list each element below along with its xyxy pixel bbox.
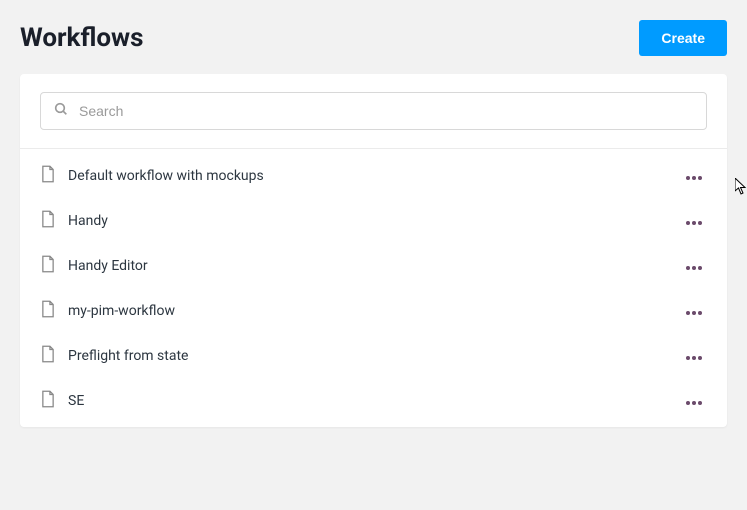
file-icon xyxy=(40,345,56,367)
create-button[interactable]: Create xyxy=(639,20,727,56)
more-actions-button[interactable] xyxy=(681,209,707,232)
page-header: Workflows Create xyxy=(20,20,727,56)
more-actions-button[interactable] xyxy=(681,389,707,412)
more-icon xyxy=(685,348,703,363)
more-icon xyxy=(685,168,703,183)
list-item[interactable]: my-pim-workflow xyxy=(20,288,727,333)
list-item-label: Preflight from state xyxy=(68,348,681,364)
file-icon xyxy=(40,165,56,187)
more-icon xyxy=(685,303,703,318)
cursor-icon xyxy=(735,178,747,200)
list-item[interactable]: SE xyxy=(20,378,727,423)
more-icon xyxy=(685,393,703,408)
more-actions-button[interactable] xyxy=(681,254,707,277)
more-icon xyxy=(685,258,703,273)
search-icon xyxy=(53,101,69,121)
list-item-label: SE xyxy=(68,393,681,409)
list-item-label: Default workflow with mockups xyxy=(68,168,681,184)
list-item[interactable]: Default workflow with mockups xyxy=(20,153,727,198)
list-item[interactable]: Preflight from state xyxy=(20,333,727,378)
more-actions-button[interactable] xyxy=(681,299,707,322)
search-input[interactable] xyxy=(79,103,694,119)
workflows-list: Default workflow with mockups Handy xyxy=(20,149,727,427)
list-item-label: my-pim-workflow xyxy=(68,303,681,319)
more-actions-button[interactable] xyxy=(681,164,707,187)
file-icon xyxy=(40,210,56,232)
file-icon xyxy=(40,300,56,322)
more-icon xyxy=(685,213,703,228)
workflows-card: Default workflow with mockups Handy xyxy=(20,74,727,427)
list-item-label: Handy Editor xyxy=(68,258,681,274)
page-title: Workflows xyxy=(20,23,144,53)
search-box[interactable] xyxy=(40,92,707,130)
list-item[interactable]: Handy Editor xyxy=(20,243,727,288)
list-item[interactable]: Handy xyxy=(20,198,727,243)
file-icon xyxy=(40,255,56,277)
file-icon xyxy=(40,390,56,412)
search-container xyxy=(20,74,727,149)
more-actions-button[interactable] xyxy=(681,344,707,367)
list-item-label: Handy xyxy=(68,213,681,229)
